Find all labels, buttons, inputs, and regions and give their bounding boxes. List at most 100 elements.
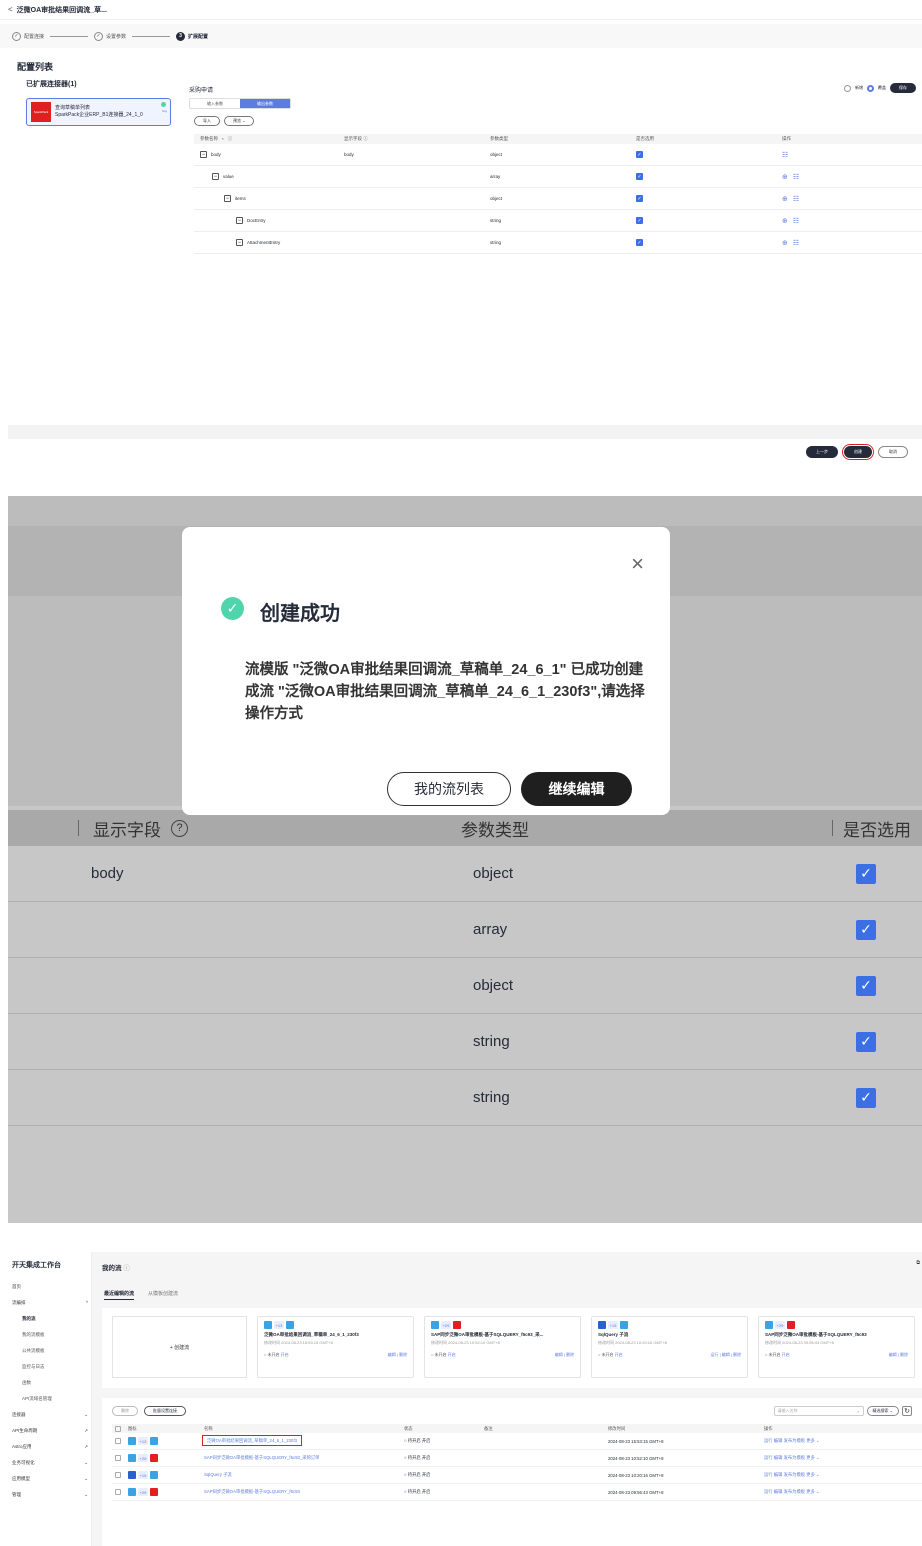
ops-cell[interactable]: 运行 编辑 发布为模板 更多 ⌄ bbox=[764, 1455, 914, 1461]
type-cell: object bbox=[490, 152, 503, 157]
tab-recent[interactable]: 最近编辑的流 bbox=[104, 1290, 135, 1300]
ops-cell[interactable]: 运行 编辑 发布为模板 更多 ⌄ bbox=[764, 1438, 914, 1444]
collapse-icon[interactable]: − bbox=[200, 151, 207, 158]
sidebar-item-astro[interactable]: Astro应用 ↗ bbox=[12, 1444, 88, 1450]
open-link[interactable]: 开启 bbox=[782, 1352, 790, 1357]
close-icon[interactable]: × bbox=[631, 551, 644, 577]
card-time: 修改时间 2024-08-23 10:20:16 GMT+8 bbox=[598, 1340, 667, 1345]
flow-card[interactable]: +13 泛微OA审批结果回调流_草稿单_24_6_1_230f3 修改时间 20… bbox=[257, 1316, 414, 1378]
save-button[interactable]: 保存 bbox=[890, 83, 916, 93]
table-row: +15 SqlQuery 子流 ○ 待开启 开启 2024-08-23 10:2… bbox=[112, 1467, 922, 1484]
page-title: 我的流 ⓘ bbox=[102, 1262, 130, 1272]
col-selected: 是否选用 bbox=[636, 136, 654, 141]
import-button[interactable]: 导入 bbox=[194, 116, 220, 126]
sidebar-item-visualization[interactable]: 业务可视化 ⌄ bbox=[12, 1460, 88, 1466]
add-icon[interactable]: ⊕ bbox=[782, 217, 788, 225]
ops-cell[interactable]: 运行 编辑 发布为模板 更多 ⌄ bbox=[764, 1472, 914, 1478]
tab-input-params[interactable]: 输入参数 bbox=[190, 99, 240, 108]
search-mode-select[interactable]: 精选搜索 ⌄ bbox=[866, 1406, 899, 1416]
connector-card[interactable]: SparkPack 查询草稿单列表 SparkPack企业ERP_B1连接器_2… bbox=[26, 98, 171, 126]
open-link[interactable]: 开启 bbox=[448, 1352, 456, 1357]
sidebar-item-my-templates[interactable]: 我的流模板 bbox=[22, 1332, 88, 1338]
checkbox-checked[interactable]: ✓ bbox=[636, 151, 643, 158]
sidebar-item-my-flows[interactable]: 我的流 bbox=[22, 1316, 88, 1322]
status-dot-icon bbox=[161, 102, 166, 107]
ops-cell: ⊕ ☷ bbox=[782, 217, 922, 225]
sidebar-item-admin[interactable]: 管理 ⌄ bbox=[12, 1492, 88, 1498]
collapse-icon[interactable]: − bbox=[236, 217, 243, 224]
card-actions[interactable]: 编辑 | 删除 bbox=[889, 1352, 908, 1358]
card-name: SqlQuery 子流 bbox=[598, 1332, 629, 1337]
sidebar-item-api-lifecycle[interactable]: API生命周期 ↗ bbox=[12, 1428, 88, 1434]
create-button[interactable]: 创建 bbox=[842, 444, 874, 460]
row-checkbox[interactable] bbox=[115, 1489, 121, 1495]
tree-icon[interactable]: ☷ bbox=[782, 151, 788, 159]
radio-new[interactable] bbox=[844, 84, 851, 92]
brand-title: 开天集成工作台 bbox=[12, 1262, 61, 1269]
open-link[interactable]: 开启 bbox=[281, 1352, 289, 1357]
card-icons: +29 bbox=[765, 1321, 908, 1329]
batch-connect-button[interactable]: 批量设置连接 bbox=[144, 1406, 186, 1416]
card-footer: ○ 未开启 开启 编辑 | 删除 bbox=[264, 1352, 407, 1358]
ops-cell[interactable]: 运行 编辑 发布为模板 更多 ⌄ bbox=[764, 1489, 914, 1495]
radio-cover[interactable] bbox=[867, 84, 874, 92]
row-checkbox[interactable] bbox=[115, 1472, 121, 1478]
preview-button[interactable]: 预览 ⌄ bbox=[224, 116, 255, 126]
flow-name-link[interactable]: 泛微OA审批结果回调流_草稿单_24_6_1_230f3 bbox=[201, 1435, 303, 1446]
sidebar-item-app-model[interactable]: 应用模型 ⌄ bbox=[12, 1476, 88, 1482]
tree-icon[interactable]: ☷ bbox=[793, 239, 799, 247]
card-actions[interactable]: 编辑 | 删除 bbox=[388, 1352, 407, 1358]
prev-button[interactable]: 上一步 bbox=[806, 446, 838, 458]
sidebar-item-functions[interactable]: 函数 bbox=[22, 1380, 88, 1386]
flow-card[interactable]: +29 SAP同步泛微OA审批模板-基于SQLQUERY_f5c93_采... … bbox=[424, 1316, 581, 1378]
flow-card[interactable]: +29 SAP同步泛微OA审批模板-基于SQLQUERY_f5c93 修改时间 … bbox=[758, 1316, 915, 1378]
sidebar-item-api-domain[interactable]: API流域名管理 bbox=[22, 1396, 88, 1402]
row-checkbox[interactable] bbox=[115, 1455, 121, 1461]
create-flow-card[interactable]: + 创建流 bbox=[112, 1316, 247, 1378]
doc-icon[interactable]: ⧉ bbox=[916, 1260, 920, 1266]
sidebar-item-flow-orchestration[interactable]: 流编排 ^ bbox=[12, 1300, 88, 1306]
checkbox-checked[interactable]: ✓ bbox=[636, 217, 643, 224]
flow-card[interactable]: +15 SqlQuery 子流 修改时间 2024-08-23 10:20:16… bbox=[591, 1316, 748, 1378]
row-checkbox[interactable] bbox=[115, 1438, 121, 1444]
checkbox-checked[interactable]: ✓ bbox=[636, 239, 643, 246]
collapse-icon[interactable]: − bbox=[212, 173, 219, 180]
checkbox-checked[interactable]: ✓ bbox=[636, 173, 643, 180]
refresh-icon[interactable]: ↻ bbox=[902, 1406, 912, 1416]
card-actions[interactable]: 编辑 | 删除 bbox=[555, 1352, 574, 1358]
back-icon[interactable]: < bbox=[8, 5, 13, 14]
collapse-icon[interactable]: − bbox=[236, 239, 243, 246]
flow-name-link[interactable]: SqlQuery 子流 bbox=[204, 1472, 404, 1478]
tree-icon[interactable]: ☷ bbox=[793, 173, 799, 181]
tab-output-params[interactable]: 输出参数 bbox=[240, 99, 290, 108]
card-actions[interactable]: 运行 | 编辑 | 删除 bbox=[710, 1352, 741, 1358]
collapse-icon[interactable]: − bbox=[224, 195, 231, 202]
tree-icon[interactable]: ☷ bbox=[793, 195, 799, 203]
sidebar-item-home[interactable]: 首页 bbox=[12, 1284, 88, 1290]
my-flow-list-button[interactable]: 我的流列表 bbox=[387, 772, 511, 806]
tab-from-template[interactable]: 从模板创建流 bbox=[148, 1290, 178, 1300]
add-icon[interactable]: ⊕ bbox=[782, 195, 788, 203]
checkbox-checked[interactable]: ✓ bbox=[636, 195, 643, 202]
delete-button[interactable]: 删除 bbox=[112, 1406, 138, 1416]
success-modal: × ✓ 创建成功 流模版 "泛微OA审批结果回调流_草稿单_24_6_1" 已成… bbox=[182, 527, 670, 815]
sidebar-item-public-templates[interactable]: 公共流模板 bbox=[22, 1348, 88, 1354]
tree-icon[interactable]: ☷ bbox=[793, 217, 799, 225]
continue-edit-button[interactable]: 继续编辑 bbox=[521, 772, 632, 806]
add-icon[interactable]: ⊕ bbox=[782, 173, 788, 181]
type-cell: object bbox=[473, 865, 514, 882]
external-link-icon: ↗ bbox=[84, 1444, 88, 1449]
ops-cell: ☷ bbox=[782, 151, 922, 159]
category-label: 采购申请 bbox=[189, 88, 214, 94]
sidebar-item-monitor-logs[interactable]: 监控与日志 bbox=[22, 1364, 88, 1370]
sidebar-item-connectors[interactable]: 连接器 ⌄ bbox=[12, 1412, 88, 1418]
add-icon[interactable]: ⊕ bbox=[782, 239, 788, 247]
open-link[interactable]: 开启 bbox=[615, 1352, 623, 1357]
nav-label: 流编排 bbox=[12, 1300, 26, 1305]
flow-name-link[interactable]: SAP同步泛微OA审批模板-基于SQLQUERY_f5c93 bbox=[204, 1489, 404, 1495]
table-row: − AttachmentEntry string ✓ ⊕ ☷ bbox=[194, 232, 922, 254]
cancel-button[interactable]: 取消 bbox=[878, 446, 908, 458]
select-all-checkbox[interactable] bbox=[115, 1425, 121, 1432]
search-input[interactable]: 请输入名称 ⌕ bbox=[773, 1406, 864, 1416]
flow-name-link[interactable]: SAP同步泛微OA审批模板-基于SQLQUERY_f5c93_采购订单 bbox=[204, 1455, 404, 1461]
